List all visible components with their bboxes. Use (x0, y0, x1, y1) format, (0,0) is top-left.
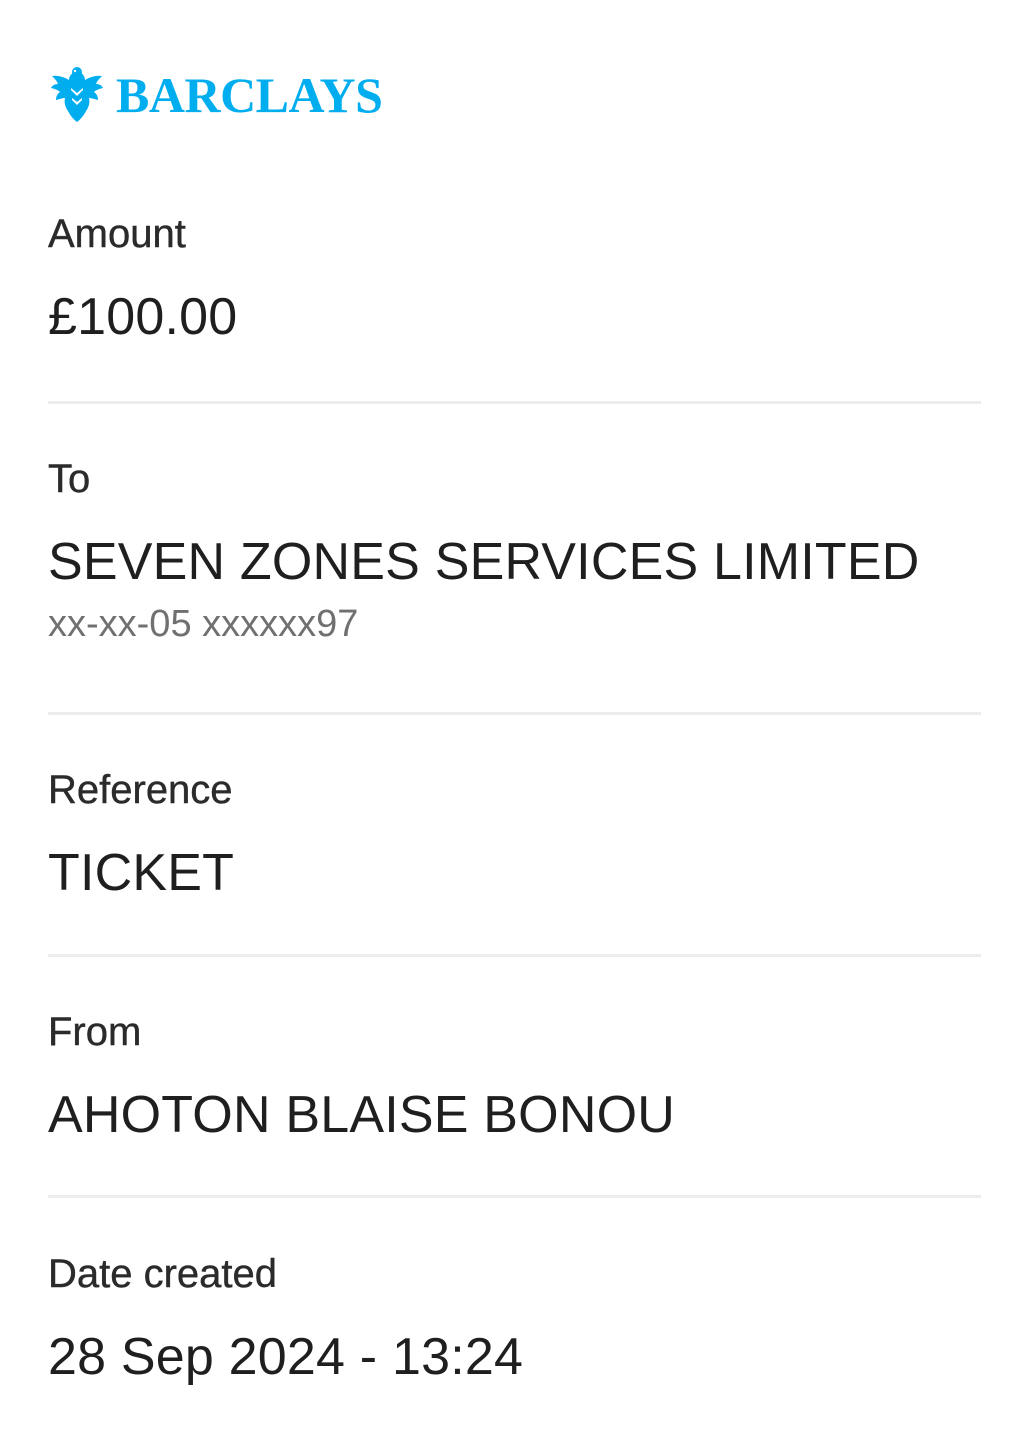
divider (48, 954, 981, 957)
to-label: To (48, 457, 91, 501)
divider (48, 401, 981, 404)
amount-section: Amount £100.00 (48, 210, 981, 348)
divider (48, 1195, 981, 1198)
reference-section: Reference TICKET (48, 766, 981, 904)
reference-value: TICKET (48, 844, 235, 902)
payment-details-page: BARCLAYS Amount £100.00 To SEVEN ZONES S… (0, 0, 1029, 1444)
recipient-account: xx-xx-05 xxxxxx97 (48, 603, 359, 645)
from-label: From (48, 1010, 142, 1054)
amount-label: Amount (48, 212, 186, 256)
from-section: From AHOTON BLAISE BONOU (48, 1008, 981, 1146)
divider (48, 712, 981, 715)
to-section: To SEVEN ZONES SERVICES LIMITED xx-xx-05… (48, 455, 981, 647)
reference-label: Reference (48, 768, 233, 812)
amount-value: £100.00 (48, 288, 238, 346)
date-created-value: 28 Sep 2024 - 13:24 (48, 1328, 524, 1386)
recipient-name: SEVEN ZONES SERVICES LIMITED (48, 533, 920, 591)
brand-name: BARCLAYS (116, 67, 383, 123)
date-created-section: Date created 28 Sep 2024 - 13:24 (48, 1250, 981, 1388)
eagle-icon (51, 67, 103, 122)
sender-name: AHOTON BLAISE BONOU (48, 1086, 675, 1144)
date-created-label: Date created (48, 1252, 278, 1296)
brand-logo: BARCLAYS (50, 64, 383, 126)
